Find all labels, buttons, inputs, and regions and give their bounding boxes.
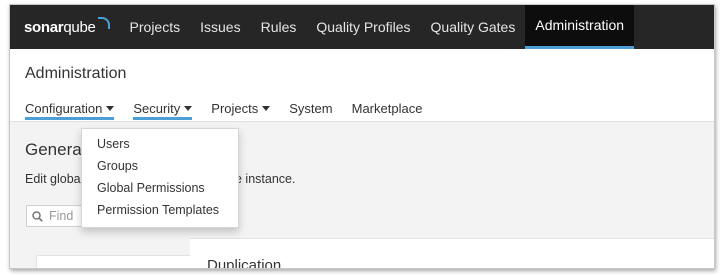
subnav-marketplace[interactable]: Marketplace <box>352 101 423 120</box>
subnav-system[interactable]: System <box>289 101 332 120</box>
caret-down-icon <box>184 106 193 111</box>
subnav-projects-label: Projects <box>211 101 259 116</box>
section-title: Genera <box>25 140 82 159</box>
page-header: Administration Configuration Security Pr… <box>10 49 714 122</box>
security-dropdown-menu: Users Groups Global Permissions Permissi… <box>81 128 239 228</box>
card-heading: Duplication <box>207 257 282 269</box>
caret-down-icon <box>106 106 115 111</box>
section-description: Edit globa <box>25 172 81 186</box>
admin-subnav: Configuration Security Projects System M… <box>25 101 441 120</box>
menu-item-users[interactable]: Users <box>82 133 238 155</box>
search-icon <box>32 210 43 222</box>
logo-text-accent: qube <box>63 18 96 36</box>
nav-administration[interactable]: Administration <box>525 5 635 49</box>
subnav-configuration[interactable]: Configuration <box>25 101 115 120</box>
logo-text-main: sonar <box>24 18 64 36</box>
settings-card: Duplication <box>190 238 714 269</box>
menu-item-permission-templates[interactable]: Permission Templates <box>82 199 238 221</box>
subnav-system-label: System <box>289 101 333 116</box>
subnav-marketplace-label: Marketplace <box>351 101 423 116</box>
caret-down-icon <box>262 106 271 111</box>
subnav-projects[interactable]: Projects <box>211 101 271 120</box>
page-title: Administration <box>25 65 127 82</box>
menu-item-groups[interactable]: Groups <box>82 155 238 177</box>
nav-rules[interactable]: Rules <box>251 5 307 49</box>
section-description-end: e instance. <box>235 172 296 186</box>
subnav-security-label: Security <box>133 101 181 116</box>
nav-projects[interactable]: Projects <box>120 5 191 49</box>
menu-item-global-permissions[interactable]: Global Permissions <box>82 177 238 199</box>
browser-frame: sonar qube Projects Issues Rules Quality … <box>9 4 715 269</box>
nav-issues[interactable]: Issues <box>190 5 250 49</box>
nav-quality-profiles[interactable]: Quality Profiles <box>306 5 420 49</box>
subnav-configuration-label: Configuration <box>25 101 103 116</box>
top-navigation-bar: sonar qube Projects Issues Rules Quality … <box>10 5 714 49</box>
category-list-panel <box>36 255 192 268</box>
sonarqube-logo[interactable]: sonar qube <box>24 17 110 37</box>
logo-arc-icon <box>97 17 110 29</box>
nav-quality-gates[interactable]: Quality Gates <box>421 5 526 49</box>
subnav-security[interactable]: Security <box>133 101 193 120</box>
